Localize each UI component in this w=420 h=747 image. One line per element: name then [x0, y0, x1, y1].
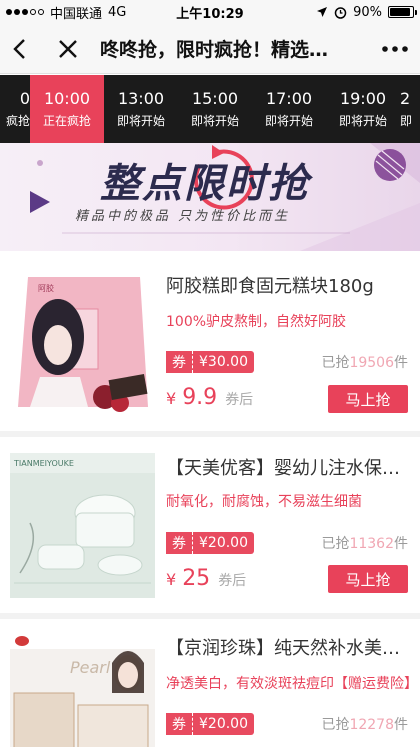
- price-suffix: 券后: [218, 573, 247, 589]
- product-image[interactable]: Pearl: [10, 633, 155, 747]
- promo-banner: 整点限时抢 精品中的极品 只为性价比而生: [0, 143, 420, 251]
- product-title[interactable]: 【京润珍珠】纯天然补水美…: [166, 635, 410, 663]
- time-tab-time: 2: [400, 89, 411, 108]
- sold-suffix: 件: [394, 355, 408, 371]
- time-tab-time: 17:00: [265, 89, 313, 108]
- product-card[interactable]: Pearl 【京润珍珠】纯天然补水美… 净透美白，有效淡斑祛痘印【赠运费险】 券…: [0, 619, 420, 747]
- time-tab-status: 即: [400, 114, 413, 128]
- status-left: 中国联通 4G: [0, 3, 150, 22]
- nav-bar: 咚咚抢，限时疯抢！精选…: [0, 24, 420, 74]
- chevron-left-icon: [13, 38, 25, 59]
- coupon-value: ¥20.00: [193, 713, 254, 735]
- coupon-label: 券: [166, 713, 193, 735]
- carrier-label: 中国联通: [50, 6, 103, 22]
- time-tab[interactable]: 15:00 即将开始: [178, 75, 252, 143]
- battery-icon: [388, 6, 417, 18]
- coupon-badge: 券 ¥20.00: [166, 713, 254, 735]
- time-tab-status: 即将开始: [190, 114, 239, 128]
- coupon-value: ¥20.00: [193, 532, 254, 554]
- time-tab-status: 即将开始: [116, 114, 165, 128]
- product-title[interactable]: 阿胶糕即食固元糕块180g: [166, 273, 410, 301]
- time-tab-time: 15:00: [191, 89, 239, 108]
- time-tabs: 0 疯抢 10:00 正在疯抢 13:00 即将开始 15:00 即将开始 17…: [0, 75, 420, 143]
- sold-number: 12278: [349, 717, 394, 733]
- time-tab-status: 即将开始: [264, 114, 313, 128]
- product-desc: 耐氧化，耐腐蚀，不易滋生细菌: [166, 494, 362, 510]
- coupon-badge: 券 ¥30.00: [166, 351, 254, 373]
- buy-now-button[interactable]: 马上抢: [328, 385, 408, 413]
- svg-text:Pearl: Pearl: [70, 658, 111, 677]
- price-value: 9.9: [182, 385, 218, 410]
- sold-prefix: 已抢: [321, 717, 350, 733]
- time-tab-time: 10:00: [43, 89, 91, 108]
- close-button[interactable]: [38, 24, 98, 74]
- time-tab-time: 19:00: [339, 89, 387, 108]
- svg-text:阿胶: 阿胶: [38, 283, 54, 293]
- network-label: 4G: [108, 4, 127, 20]
- time-tab[interactable]: 17:00 即将开始: [252, 75, 326, 143]
- product-image-art: Pearl: [10, 633, 155, 747]
- location-icon: [317, 7, 328, 17]
- sold-count: 已抢19506件: [321, 352, 408, 372]
- banner-title: 整点限时抢: [100, 161, 310, 207]
- price-suffix: 券后: [225, 392, 254, 408]
- coupon-badge: 券 ¥20.00: [166, 532, 254, 554]
- page-title: 咚咚抢，限时疯抢！精选…: [100, 39, 329, 61]
- time-tab-active[interactable]: 10:00 正在疯抢: [30, 75, 104, 143]
- time-tab[interactable]: 13:00 即将开始: [104, 75, 178, 143]
- product-image-art: 阿胶: [10, 267, 155, 422]
- price-symbol: ¥: [166, 570, 177, 589]
- product-image[interactable]: 阿胶: [10, 267, 155, 422]
- product-card[interactable]: TIANMEIYOUKE 【天美优客】婴幼儿注水保… 耐氧化，耐腐蚀，不易滋生细…: [0, 437, 420, 613]
- product-image-art: TIANMEIYOUKE: [10, 453, 155, 598]
- product-card[interactable]: 阿胶 阿胶糕即食固元糕块180g 100%驴皮熬制，自然好阿胶 券 ¥30.00…: [0, 251, 420, 431]
- alarm-icon: [334, 6, 347, 19]
- product-price: ¥ 9.9 券后: [166, 385, 253, 410]
- product-desc: 净透美白，有效淡斑祛痘印【赠运费险】: [166, 676, 410, 692]
- sold-suffix: 件: [394, 717, 408, 733]
- battery-percent: 90%: [353, 4, 382, 20]
- time-tab-time: 0: [19, 89, 30, 108]
- product-title[interactable]: 【天美优客】婴幼儿注水保…: [166, 455, 410, 483]
- coupon-label: 券: [166, 351, 193, 373]
- time-tab-status: 即将开始: [338, 114, 387, 128]
- time-tab[interactable]: 19:00 即将开始: [326, 75, 400, 143]
- sold-suffix: 件: [394, 536, 408, 552]
- back-button[interactable]: [0, 24, 38, 74]
- time-tab-status: 正在疯抢: [42, 114, 91, 128]
- sold-number: 19506: [349, 355, 394, 371]
- buy-now-button[interactable]: 马上抢: [328, 565, 408, 593]
- battery-level: [390, 8, 410, 16]
- status-right: 90%: [316, 4, 417, 20]
- sold-number: 11362: [349, 536, 394, 552]
- product-price: ¥ 25 券后: [166, 566, 246, 591]
- sold-count: 已抢12278件: [321, 714, 408, 734]
- more-icon: [382, 45, 408, 52]
- close-icon: [59, 39, 77, 58]
- more-button[interactable]: [370, 24, 420, 74]
- time-tab-status: 疯抢: [5, 114, 30, 128]
- banner-subtitle: 精品中的极品 只为性价比而生: [75, 209, 291, 224]
- product-image[interactable]: TIANMEIYOUKE: [10, 453, 155, 608]
- sold-prefix: 已抢: [321, 536, 350, 552]
- time-tab[interactable]: 2 即: [400, 75, 420, 143]
- sold-count: 已抢11362件: [321, 533, 408, 553]
- time-tab-time: 13:00: [117, 89, 165, 108]
- svg-text:TIANMEIYOUKE: TIANMEIYOUKE: [13, 459, 74, 468]
- sold-prefix: 已抢: [321, 355, 350, 371]
- product-desc: 100%驴皮熬制，自然好阿胶: [166, 314, 347, 330]
- time-tab[interactable]: 0 疯抢: [0, 75, 30, 143]
- signal-icon: [6, 9, 44, 15]
- price-value: 25: [182, 566, 211, 591]
- coupon-value: ¥30.00: [193, 351, 254, 373]
- coupon-label: 券: [166, 532, 193, 554]
- status-bar: 中国联通 4G 上午10:29 90%: [0, 0, 420, 24]
- price-symbol: ¥: [166, 389, 177, 408]
